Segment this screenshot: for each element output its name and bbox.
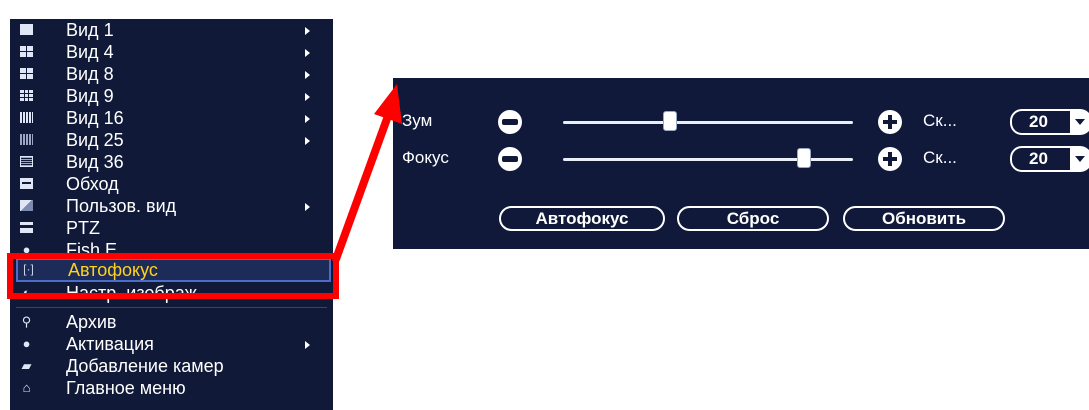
- annotation-arrow-shaft: [332, 112, 392, 263]
- annotation-arrow-head: [374, 84, 402, 124]
- annotation-arrow: [332, 84, 402, 263]
